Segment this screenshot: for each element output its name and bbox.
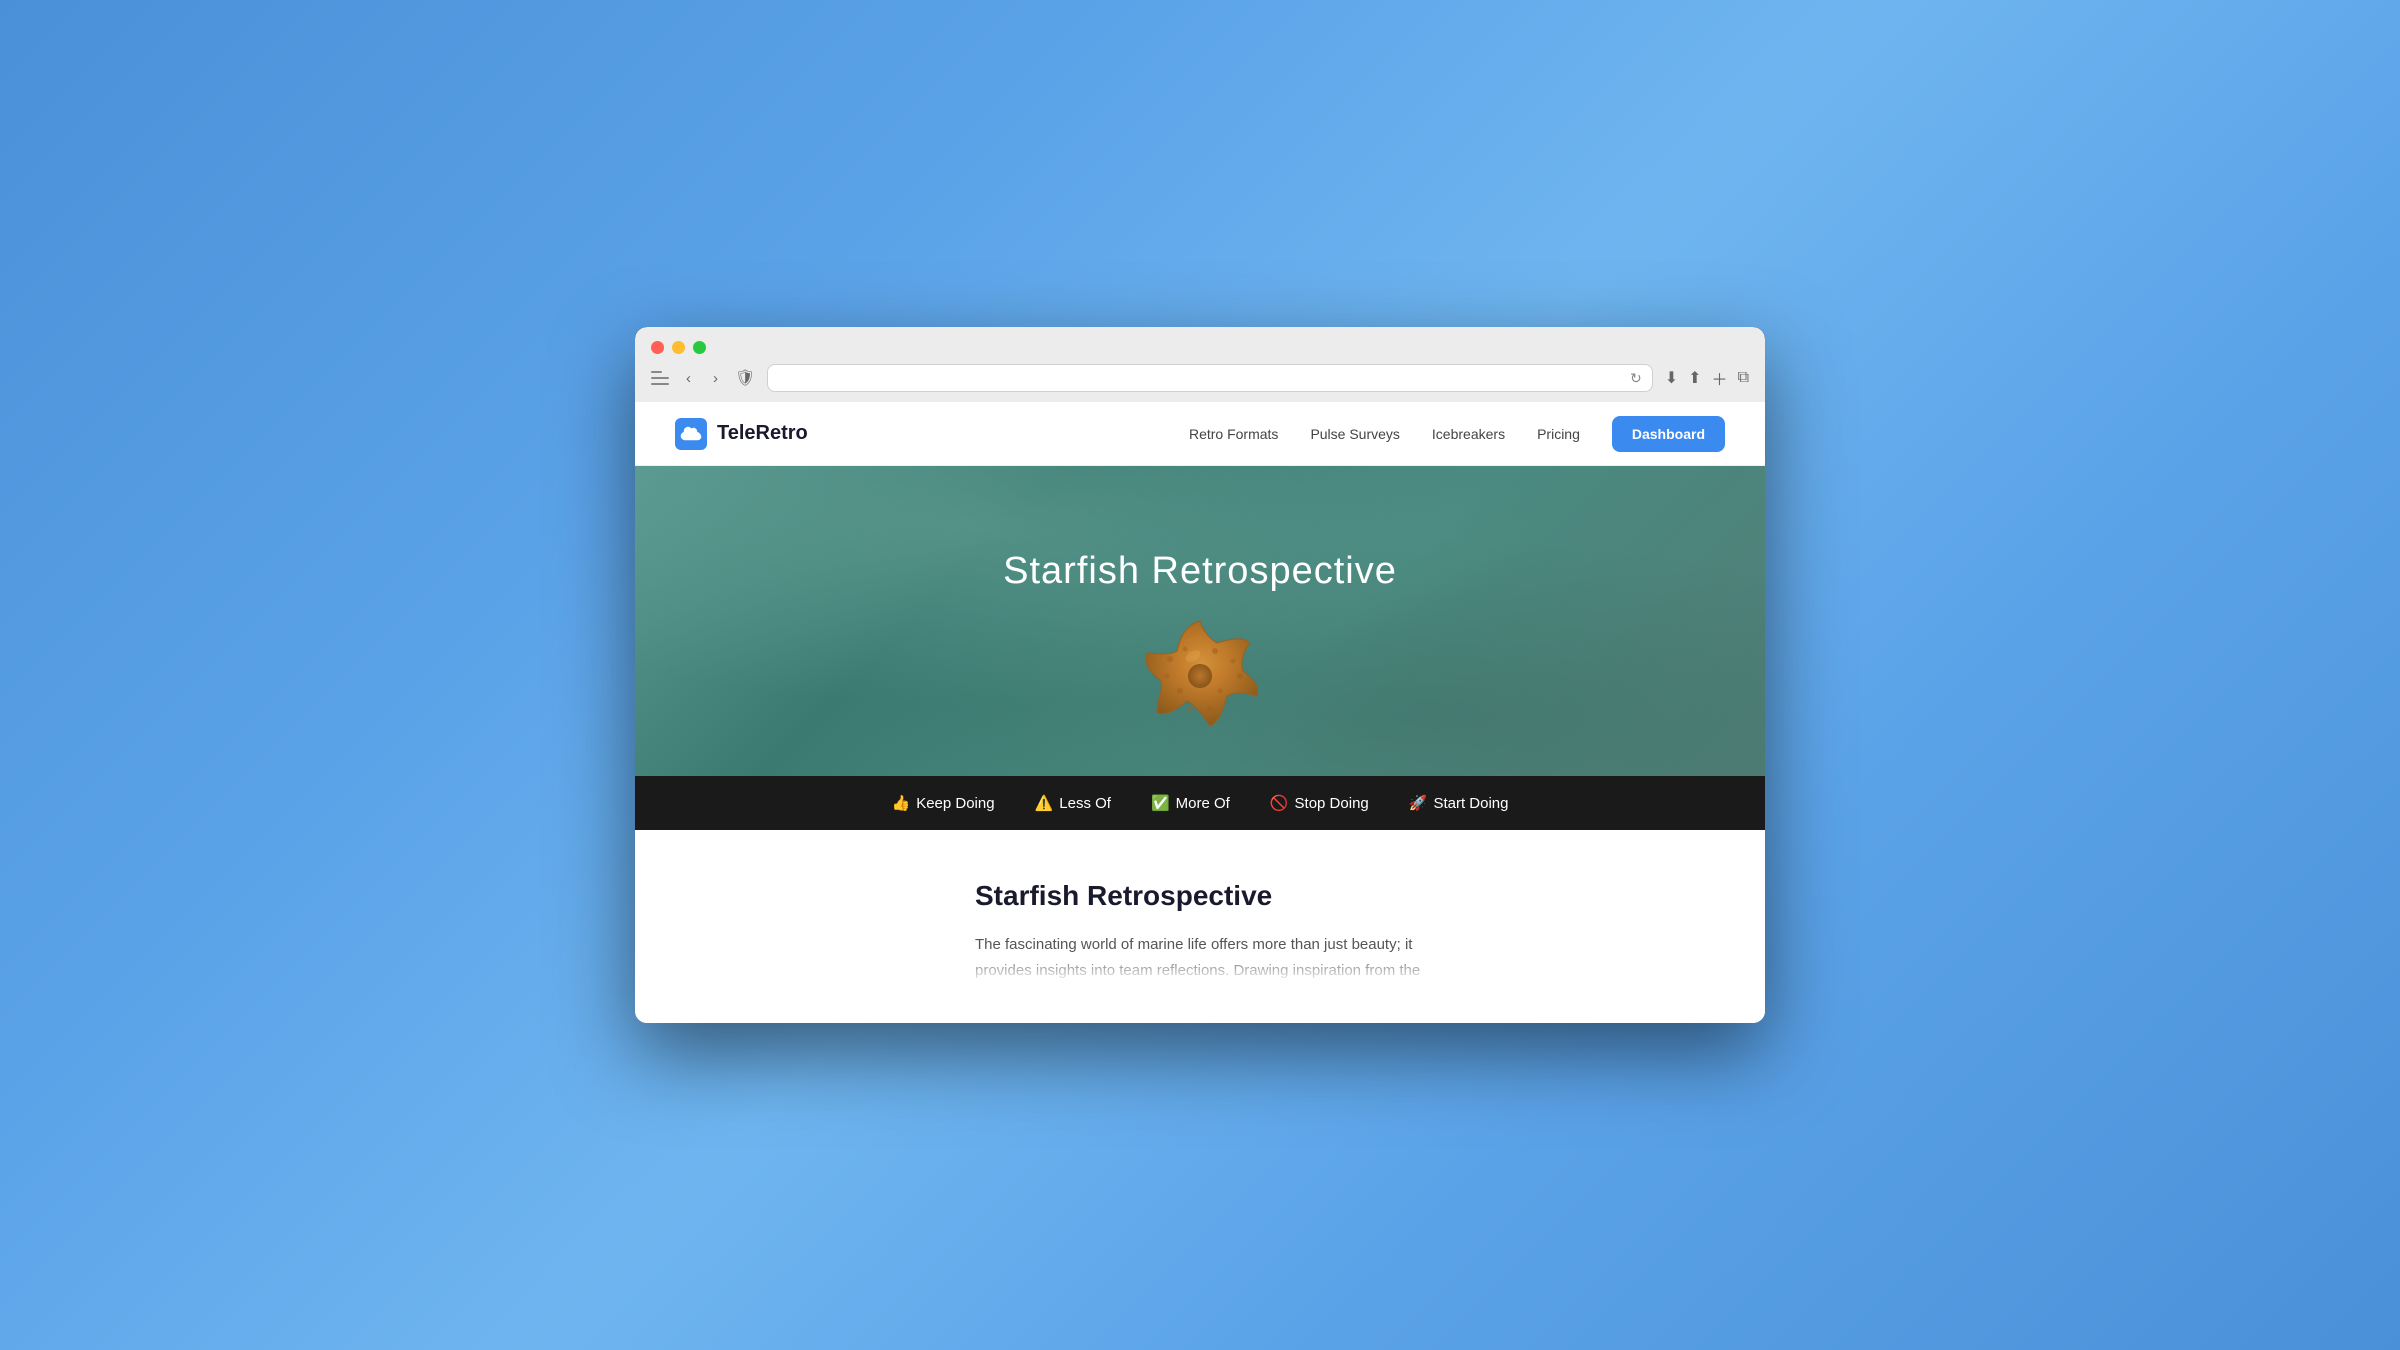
nav-icebreakers[interactable]: Icebreakers bbox=[1432, 426, 1505, 442]
browser-actions: ⬇ ⬆ ＋ ⧉ bbox=[1665, 366, 1749, 390]
stop-doing-label: Stop Doing bbox=[1295, 795, 1369, 812]
more-of-label: More Of bbox=[1176, 795, 1230, 812]
traffic-lights bbox=[651, 341, 1749, 354]
category-keep-doing[interactable]: 👍 Keep Doing bbox=[892, 794, 995, 812]
logo-icon bbox=[675, 418, 707, 450]
forward-button[interactable]: › bbox=[708, 368, 723, 389]
start-doing-label: Start Doing bbox=[1433, 795, 1508, 812]
download-icon[interactable]: ⬇ bbox=[1665, 368, 1678, 388]
share-icon[interactable]: ⬆ bbox=[1688, 368, 1701, 388]
privacy-icon[interactable]: 🛡 bbox=[735, 368, 755, 388]
content-title: Starfish Retrospective bbox=[975, 880, 1425, 912]
browser-window: ‹ › 🛡 ↻ ⬇ ⬆ ＋ ⧉ bbox=[635, 327, 1765, 1023]
sidebar-toggle-icon[interactable] bbox=[651, 371, 669, 385]
nav-pricing[interactable]: Pricing bbox=[1537, 426, 1580, 442]
category-more-of[interactable]: ✅ More Of bbox=[1151, 794, 1230, 812]
traffic-light-red[interactable] bbox=[651, 341, 664, 354]
content-section: Starfish Retrospective The fascinating w… bbox=[635, 830, 1765, 1023]
less-of-emoji: ⚠️ bbox=[1035, 794, 1054, 812]
nav-links: Retro Formats Pulse Surveys Icebreakers … bbox=[1189, 416, 1725, 452]
nav-pulse-surveys[interactable]: Pulse Surveys bbox=[1310, 426, 1399, 442]
logo-text: TeleRetro bbox=[717, 422, 808, 445]
traffic-light-green[interactable] bbox=[693, 341, 706, 354]
navbar: TeleRetro Retro Formats Pulse Surveys Ic… bbox=[635, 402, 1765, 466]
back-button[interactable]: ‹ bbox=[681, 368, 696, 389]
keep-doing-label: Keep Doing bbox=[916, 795, 994, 812]
website-content: TeleRetro Retro Formats Pulse Surveys Ic… bbox=[635, 402, 1765, 1023]
stop-doing-emoji: 🚫 bbox=[1270, 794, 1289, 812]
hero-title: Starfish Retrospective bbox=[1003, 550, 1397, 593]
new-tab-icon[interactable]: ＋ bbox=[1712, 366, 1728, 390]
category-start-doing[interactable]: 🚀 Start Doing bbox=[1409, 794, 1509, 812]
keep-doing-emoji: 👍 bbox=[892, 794, 911, 812]
less-of-label: Less Of bbox=[1059, 795, 1111, 812]
category-less-of[interactable]: ⚠️ Less Of bbox=[1035, 794, 1111, 812]
traffic-light-yellow[interactable] bbox=[672, 341, 685, 354]
dashboard-button[interactable]: Dashboard bbox=[1612, 416, 1725, 452]
address-bar[interactable]: ↻ bbox=[767, 364, 1652, 392]
reload-icon[interactable]: ↻ bbox=[1630, 370, 1642, 387]
content-text-container: The fascinating world of marine life off… bbox=[975, 932, 1425, 983]
category-bar: 👍 Keep Doing ⚠️ Less Of ✅ More Of 🚫 Stop… bbox=[635, 776, 1765, 830]
starfish-image bbox=[1125, 601, 1275, 756]
category-stop-doing[interactable]: 🚫 Stop Doing bbox=[1270, 794, 1369, 812]
tab-overview-icon[interactable]: ⧉ bbox=[1738, 369, 1749, 387]
more-of-emoji: ✅ bbox=[1151, 794, 1170, 812]
content-body: The fascinating world of marine life off… bbox=[975, 932, 1425, 983]
hero-section: Starfish Retrospective bbox=[635, 466, 1765, 776]
browser-toolbar: ‹ › 🛡 ↻ ⬇ ⬆ ＋ ⧉ bbox=[651, 364, 1749, 402]
browser-chrome: ‹ › 🛡 ↻ ⬇ ⬆ ＋ ⧉ bbox=[635, 327, 1765, 402]
nav-retro-formats[interactable]: Retro Formats bbox=[1189, 426, 1278, 442]
start-doing-emoji: 🚀 bbox=[1409, 794, 1428, 812]
logo[interactable]: TeleRetro bbox=[675, 418, 808, 450]
